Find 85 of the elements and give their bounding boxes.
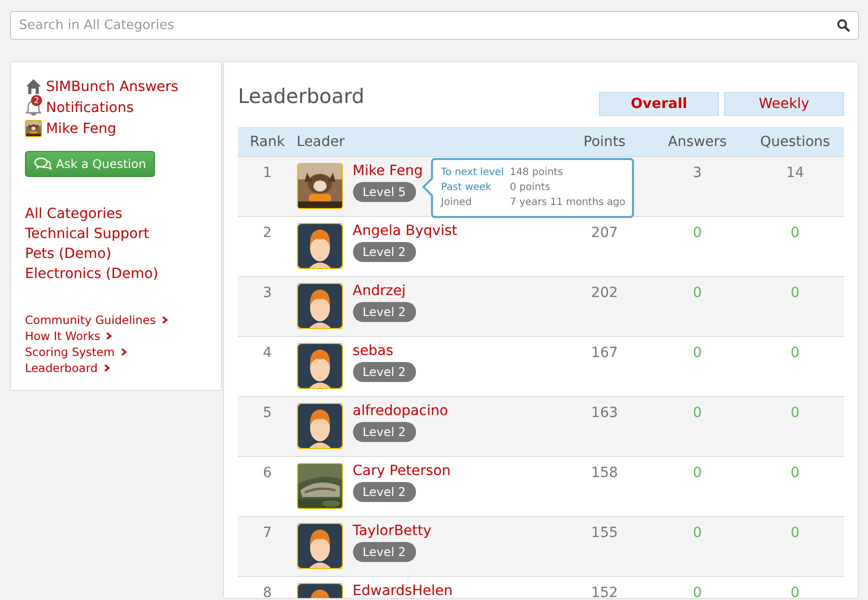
info-link[interactable]: Community Guidelines [25, 312, 221, 328]
info-link[interactable]: Scoring System [25, 344, 221, 360]
notification-badge: 2 [31, 95, 42, 106]
table-cell-text: 155 [590, 524, 619, 541]
table-cell-text: 1 [262, 164, 273, 181]
level-badge: Level 2 [352, 362, 416, 382]
table-cell-text: 0 [790, 404, 801, 421]
level-badge: Level 2 [352, 422, 416, 442]
chevron-icon [104, 364, 110, 372]
column-header: Points [582, 134, 627, 150]
user-link[interactable]: Mike Feng [352, 163, 423, 179]
table-cell-text: 3 [262, 284, 273, 301]
avatar-icon [296, 403, 343, 449]
info-link[interactable]: Leaderboard [25, 360, 221, 376]
table-cell-text: 0 [790, 524, 801, 541]
level-badge: Level 5 [352, 182, 416, 202]
category-link[interactable]: Electronics (Demo) [25, 264, 221, 284]
table-cell-text: 0 [692, 224, 703, 241]
column-header: Leader [296, 134, 346, 150]
tooltip-value: 148 points [510, 167, 564, 179]
table-cell-text: 8 [262, 584, 273, 598]
table-cell-text: 202 [590, 284, 619, 301]
tab[interactable]: Weekly [724, 92, 844, 116]
search-icon [837, 19, 850, 32]
tooltip-label: To next level [441, 167, 504, 179]
search-field[interactable]: Search in All Categories [19, 18, 837, 33]
column-header: Questions [759, 134, 832, 150]
tooltip-value: 7 years 11 months ago [510, 197, 626, 209]
avatar-icon [296, 223, 343, 269]
sidebar-link[interactable]: Mike Feng [46, 120, 116, 136]
level-badge: Level 2 [352, 542, 416, 562]
table-cell-text: 0 [790, 224, 801, 241]
table-cell-text: 207 [590, 224, 619, 241]
table-cell-text: 167 [590, 344, 619, 361]
table-cell-text: 6 [262, 464, 273, 481]
tab[interactable]: Overall [599, 92, 719, 116]
table-cell-text: 14 [785, 164, 806, 181]
user-link[interactable]: Angela Byqvist [352, 223, 458, 239]
avatar-icon [296, 343, 343, 389]
user-link[interactable]: alfredopacino [352, 403, 448, 419]
table-cell-text: 0 [692, 584, 703, 598]
table-cell-text: 2 [262, 224, 273, 241]
table-cell-text: 0 [692, 464, 703, 481]
table-cell-text: 3 [692, 164, 703, 181]
page-title: Leaderboard [238, 84, 364, 108]
tooltip-label: Joined [441, 197, 473, 209]
table-cell-text: 158 [590, 464, 619, 481]
table-cell-text: 7 [262, 524, 273, 541]
table-cell-text: 0 [692, 344, 703, 361]
table-cell-text: 152 [590, 584, 619, 598]
table-cell-text: 4 [262, 344, 273, 361]
home-icon [25, 78, 42, 95]
table-cell-text: 0 [790, 464, 801, 481]
user-link[interactable]: TaylorBetty [352, 523, 432, 539]
search-bar[interactable]: Search in All Categories [10, 11, 859, 40]
table-cell-text: 0 [692, 284, 703, 301]
avatar-icon [296, 283, 343, 329]
table-cell-text: 0 [692, 404, 703, 421]
user-link[interactable]: Andrzej [352, 283, 406, 299]
level-badge: Level 2 [352, 302, 416, 322]
table-cell-text: 0 [790, 344, 801, 361]
column-header: Answers [666, 134, 728, 150]
sidebar-link[interactable]: Notifications [46, 100, 134, 116]
level-badge: Level 2 [352, 482, 416, 502]
user-link[interactable]: sebas [352, 343, 394, 359]
category-link[interactable]: Technical Support [25, 224, 221, 244]
table-cell-text: 0 [692, 524, 703, 541]
user-link[interactable]: Cary Peterson [352, 463, 451, 479]
user-link[interactable]: EdwardsHelen [352, 583, 453, 598]
chat-icon [34, 157, 52, 171]
category-link[interactable]: Pets (Demo) [25, 244, 221, 264]
chevron-icon [162, 316, 168, 324]
bell-icon [25, 99, 42, 116]
info-link[interactable]: How It Works [25, 328, 221, 344]
table-cell-text: 0 [790, 284, 801, 301]
avatar-icon [296, 523, 343, 569]
table-cell-text: 163 [590, 404, 619, 421]
tooltip-label: Past week [441, 182, 492, 194]
table-cell-text: 0 [790, 584, 801, 598]
sidebar-link[interactable]: SIMBunch Answers [46, 78, 178, 94]
level-badge: Level 2 [352, 242, 416, 262]
column-header: Rank [248, 134, 286, 150]
tooltip-value: 0 points [510, 182, 552, 194]
table-cell-text: 5 [262, 404, 273, 421]
category-link[interactable]: All Categories [25, 204, 221, 224]
